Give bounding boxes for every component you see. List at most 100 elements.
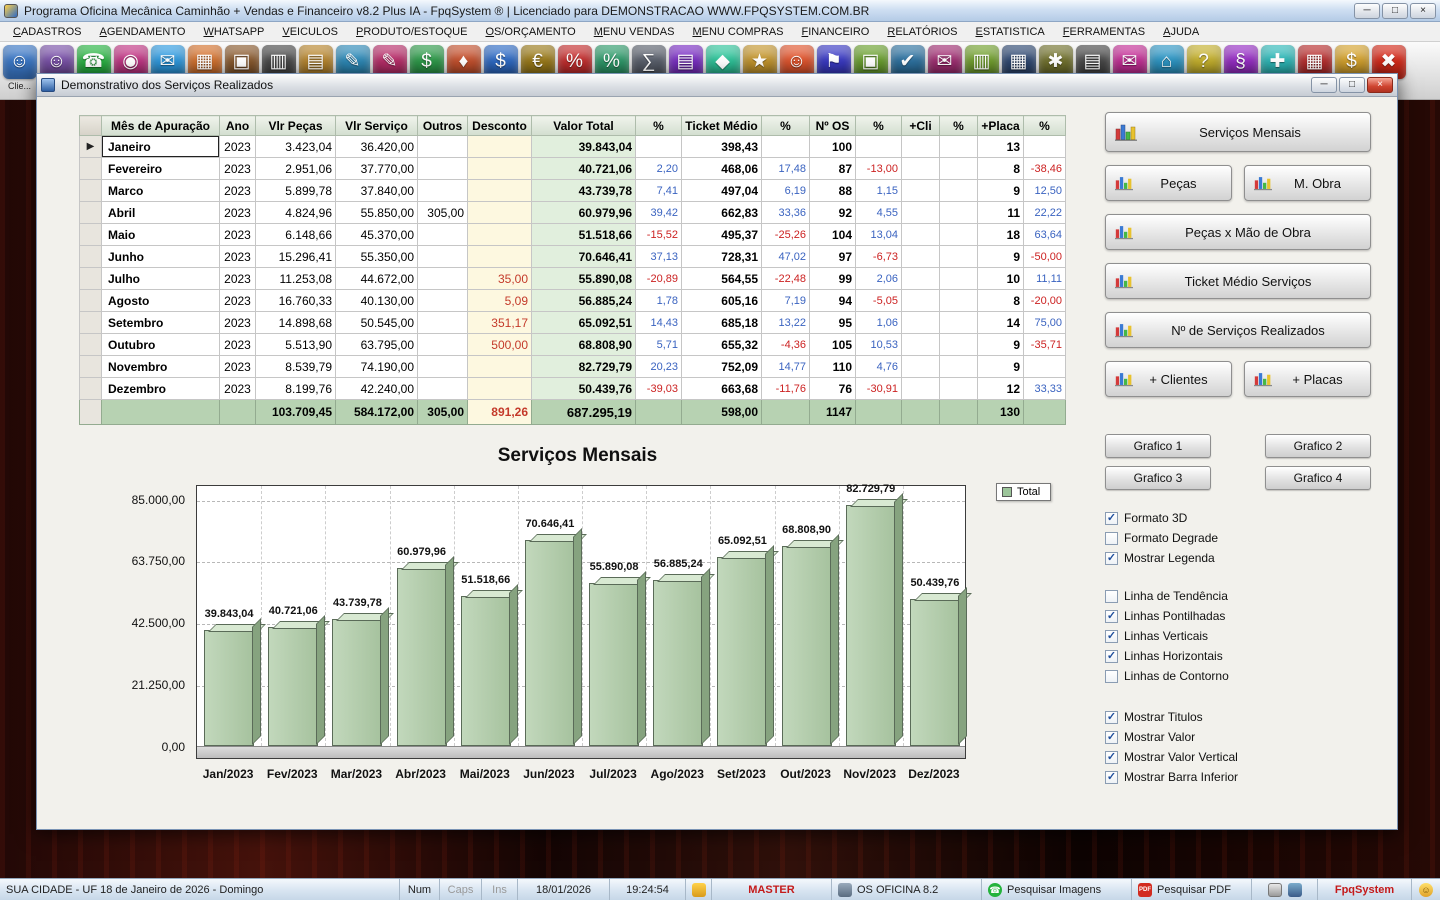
column-header-pct-13[interactable]: % — [940, 116, 978, 136]
grafico-3-button[interactable]: Grafico 3 — [1105, 466, 1211, 490]
table-row-junho[interactable]: Junho202315.296,4155.350,0070.646,4137,1… — [80, 246, 1066, 268]
toolbar-clientes-button[interactable]: ☺Clie... — [1, 44, 38, 91]
column-header-n-os[interactable]: Nº OS — [810, 116, 856, 136]
row-selector[interactable]: ▶ — [80, 136, 102, 158]
column-header-pct-7[interactable]: % — [636, 116, 682, 136]
checkbox-label: Mostrar Barra Inferior — [1124, 770, 1238, 784]
table-row-outubro[interactable]: Outubro20235.513,9063.795,00500,0068.808… — [80, 334, 1066, 356]
row-selector[interactable] — [80, 290, 102, 312]
checkbox-formato-3d[interactable]: ✓Formato 3D — [1105, 508, 1371, 528]
menu-ferramentas[interactable]: FERRAMENTAS — [1054, 24, 1154, 40]
table-row-julho[interactable]: Julho202311.253,0844.672,0035,0055.890,0… — [80, 268, 1066, 290]
row-selector[interactable] — [80, 202, 102, 224]
checkbox-formato-degrade[interactable]: Formato Degrade — [1105, 528, 1371, 548]
maximize-button[interactable]: □ — [1382, 3, 1408, 19]
menu-relatorios[interactable]: RELATÓRIOS — [878, 24, 966, 40]
menu-estatistica[interactable]: ESTATISTICA — [966, 24, 1053, 40]
row-selector[interactable] — [80, 312, 102, 334]
checkbox-linhas-horizontais[interactable]: ✓Linhas Horizontais — [1105, 646, 1371, 666]
pecas-button[interactable]: Peças — [1105, 165, 1232, 201]
table-row-janeiro[interactable]: ▶Janeiro20233.423,0436.420,0039.843,0439… — [80, 136, 1066, 158]
column-header-desconto[interactable]: Desconto — [468, 116, 532, 136]
app-icon — [4, 4, 18, 18]
menu-os-orcamento[interactable]: OS/ORÇAMENTO — [476, 24, 584, 40]
column-header-placa[interactable]: +Placa — [978, 116, 1024, 136]
checkbox-linhas-verticais[interactable]: ✓Linhas Verticais — [1105, 626, 1371, 646]
cell: 45.370,00 — [336, 224, 418, 246]
cell: -38,46 — [1024, 158, 1066, 180]
row-selector[interactable] — [80, 158, 102, 180]
row-selector[interactable] — [80, 356, 102, 378]
dialog-minimize-button[interactable]: ─ — [1311, 77, 1337, 93]
checkbox-mostrar-barra-inferior[interactable]: ✓Mostrar Barra Inferior — [1105, 767, 1371, 787]
checkbox-mostrar-valor[interactable]: ✓Mostrar Valor — [1105, 727, 1371, 747]
mais-placas-button[interactable]: + Placas — [1244, 361, 1371, 397]
checkbox-linhas-pontilhadas[interactable]: ✓Linhas Pontilhadas — [1105, 606, 1371, 626]
checkbox-linha-de-tendencia[interactable]: Linha de Tendência — [1105, 586, 1371, 606]
menu-veiculos[interactable]: VEICULOS — [273, 24, 347, 40]
menu-menu-vendas[interactable]: MENU VENDAS — [585, 24, 684, 40]
table-row-agosto[interactable]: Agosto202316.760,3340.130,005,0956.885,2… — [80, 290, 1066, 312]
column-header-vlr-servico[interactable]: Vlr Serviço — [336, 116, 418, 136]
checkbox-mostrar-legenda[interactable]: ✓Mostrar Legenda — [1105, 548, 1371, 568]
column-header-valor-total[interactable]: Valor Total — [532, 116, 636, 136]
column-header-mes-de-apuracao[interactable]: Mês de Apuração — [102, 116, 220, 136]
grafico-4-button[interactable]: Grafico 4 — [1265, 466, 1371, 490]
dialog-close-button[interactable]: × — [1367, 77, 1393, 93]
cell: Janeiro — [102, 136, 220, 158]
column-header-outros[interactable]: Outros — [418, 116, 468, 136]
column-header-pct-9[interactable]: % — [762, 116, 810, 136]
ticket-medio-servicos-button[interactable]: Ticket Médio Serviços — [1105, 263, 1371, 299]
servicos-mensais-button[interactable]: Serviços Mensais — [1105, 112, 1371, 152]
dialog-maximize-button[interactable]: □ — [1339, 77, 1365, 93]
cell: Setembro — [102, 312, 220, 334]
menu-ajuda[interactable]: AJUDA — [1154, 24, 1208, 40]
mao-de-obra-button[interactable]: M. Obra — [1244, 165, 1371, 201]
column-header-cli[interactable]: +Cli — [902, 116, 940, 136]
search-pdf-button[interactable]: PDF Pesquisar PDF — [1132, 879, 1252, 900]
checkbox-linhas-de-contorno[interactable]: Linhas de Contorno — [1105, 666, 1371, 686]
table-row-marco[interactable]: Marco20235.899,7837.840,0043.739,787,414… — [80, 180, 1066, 202]
table-row-maio[interactable]: Maio20236.148,6645.370,0051.518,66-15,52… — [80, 224, 1066, 246]
column-header-ticket-medio[interactable]: Ticket Médio — [682, 116, 762, 136]
menu-produto-estoque[interactable]: PRODUTO/ESTOQUE — [347, 24, 476, 40]
row-selector[interactable] — [80, 224, 102, 246]
close-button[interactable]: × — [1410, 3, 1436, 19]
num-servicos-realizados-button[interactable]: Nº de Serviços Realizados — [1105, 312, 1371, 348]
search-images-button[interactable]: ☎ Pesquisar Imagens — [982, 879, 1132, 900]
table-row-novembro[interactable]: Novembro20238.539,7974.190,0082.729,7920… — [80, 356, 1066, 378]
cell: 70.646,41 — [532, 246, 636, 268]
row-selector[interactable] — [80, 268, 102, 290]
table-row-dezembro[interactable]: Dezembro20238.199,7642.240,0050.439,76-3… — [80, 378, 1066, 400]
menu-financeiro[interactable]: FINANCEIRO — [793, 24, 879, 40]
column-header-pct-11[interactable]: % — [856, 116, 902, 136]
row-selector[interactable] — [80, 246, 102, 268]
row-selector[interactable] — [80, 334, 102, 356]
grafico-1-button[interactable]: Grafico 1 — [1105, 434, 1211, 458]
table-row-abril[interactable]: Abril20234.824,9655.850,00305,0060.979,9… — [80, 202, 1066, 224]
column-header-ano[interactable]: Ano — [220, 116, 256, 136]
checkbox-mostrar-titulos[interactable]: ✓Mostrar Titulos — [1105, 707, 1371, 727]
cell: 65.092,51 — [532, 312, 636, 334]
cell: 110 — [810, 356, 856, 378]
checkbox-mostrar-valor-vertical[interactable]: ✓Mostrar Valor Vertical — [1105, 747, 1371, 767]
mais-clientes-button[interactable]: + Clientes — [1105, 361, 1232, 397]
column-header-vlr-pecas[interactable]: Vlr Peças — [256, 116, 336, 136]
column-header-pct-15[interactable]: % — [1024, 116, 1066, 136]
row-selector[interactable] — [80, 378, 102, 400]
minimize-button[interactable]: ─ — [1354, 3, 1380, 19]
menu-cadastros[interactable]: CADASTROS — [4, 24, 90, 40]
y-axis-label: 0,00 — [79, 740, 185, 754]
menu-menu-compras[interactable]: MENU COMPRAS — [683, 24, 792, 40]
grafico-2-button[interactable]: Grafico 2 — [1265, 434, 1371, 458]
row-selector[interactable] — [80, 180, 102, 202]
menu-whatsapp[interactable]: WHATSAPP — [194, 24, 273, 40]
pecas-x-mao-de-obra-button[interactable]: Peças x Mão de Obra — [1105, 214, 1371, 250]
cell: 39.843,04 — [532, 136, 636, 158]
menu-agendamento[interactable]: AGENDAMENTO — [90, 24, 194, 40]
monitor-icon[interactable] — [1288, 883, 1302, 897]
cell: 8.199,76 — [256, 378, 336, 400]
table-row-fevereiro[interactable]: Fevereiro20232.951,0637.770,0040.721,062… — [80, 158, 1066, 180]
printer-icon[interactable] — [1268, 883, 1282, 897]
table-row-setembro[interactable]: Setembro202314.898,6850.545,00351,1765.0… — [80, 312, 1066, 334]
